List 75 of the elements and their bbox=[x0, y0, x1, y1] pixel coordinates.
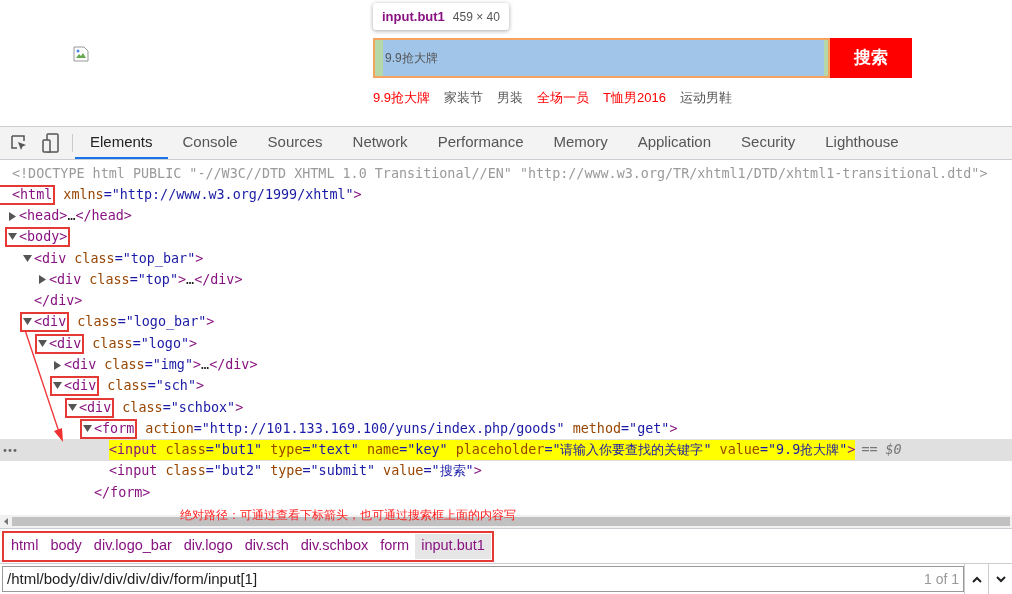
tag-name: </div> bbox=[34, 292, 83, 311]
tag-name: <head> bbox=[19, 207, 68, 226]
search-field[interactable]: /html/body/div/div/div/div/form/input[1] 1 of 1 bbox=[2, 566, 964, 592]
tag-name: <div bbox=[79, 398, 112, 417]
console-reference: == $0 bbox=[861, 441, 902, 460]
search-button[interactable]: 搜索 bbox=[830, 38, 912, 78]
breadcrumb[interactable]: html bbox=[5, 533, 45, 559]
annotation-text: 绝对路径：可通过查看下标箭头，也可通过搜索框上面的内容写 bbox=[180, 508, 516, 522]
tag-name: <div bbox=[49, 270, 82, 289]
breadcrumb[interactable]: div.logo_bar bbox=[87, 533, 178, 559]
tag-name: <div bbox=[49, 334, 82, 353]
hot-word-link[interactable]: 男装 bbox=[497, 88, 524, 108]
tag-attributes: xmlns="http://www.w3.org/1999/xhtml"> bbox=[62, 185, 362, 204]
expanded-triangle-icon[interactable] bbox=[83, 424, 92, 433]
devtools-tab[interactable]: Console bbox=[167, 127, 253, 159]
device-toolbar-icon[interactable] bbox=[42, 133, 60, 153]
broken-image-icon bbox=[73, 46, 89, 62]
expanded-triangle-icon[interactable] bbox=[53, 382, 62, 391]
collapsed-triangle-icon[interactable] bbox=[39, 275, 47, 285]
breadcrumb[interactable]: body bbox=[44, 533, 88, 559]
devtools-tab[interactable]: Security bbox=[726, 127, 811, 159]
tag-name: <html bbox=[12, 185, 53, 204]
tag-attributes: class="img">…</div> bbox=[103, 355, 258, 374]
expanded-triangle-icon[interactable] bbox=[23, 318, 32, 327]
tag-attributes: class="but2" type="submit" value="搜索"> bbox=[164, 462, 482, 481]
tooltip-selector: input.but1 bbox=[382, 7, 445, 26]
tag-name: <div bbox=[64, 355, 97, 374]
hot-word-link[interactable]: 9.9抢大牌 bbox=[373, 88, 431, 108]
tag-name: <form bbox=[94, 419, 135, 438]
collapsed-triangle-icon[interactable] bbox=[9, 211, 17, 221]
tag-attributes: class="schbox"> bbox=[121, 398, 244, 417]
devtools-tab[interactable]: Elements bbox=[75, 127, 168, 159]
tag-name: <div bbox=[34, 249, 67, 268]
tag-attributes: class="top">…</div> bbox=[88, 270, 243, 289]
expanded-triangle-icon[interactable] bbox=[68, 403, 77, 412]
devtools-tab[interactable]: Application bbox=[622, 127, 727, 159]
tag-attributes: …</head> bbox=[67, 207, 132, 226]
hot-word-link[interactable]: 家装节 bbox=[444, 88, 484, 108]
expanded-triangle-icon[interactable] bbox=[23, 254, 32, 263]
breadcrumb[interactable]: form bbox=[374, 533, 416, 559]
breadcrumb[interactable]: div.logo bbox=[177, 533, 239, 559]
chevron-up-icon bbox=[971, 575, 982, 583]
breadcrumb[interactable]: div.schbox bbox=[294, 533, 375, 559]
expanded-triangle-icon[interactable] bbox=[8, 233, 17, 242]
tag-name: <div bbox=[34, 313, 67, 332]
breadcrumb[interactable]: input.but1 bbox=[415, 533, 491, 559]
tag-name: <!DOCTYPE html PUBLIC "-//W3C//DTD XHTML 1.0 Transitional//EN" "http://www.w3.org/TR/xhtml1/DTD/xhtml1-transitional.dtd"> bbox=[12, 164, 988, 183]
devtools-tab[interactable]: Network bbox=[337, 127, 423, 159]
match-count: 1 of 1 bbox=[923, 569, 959, 589]
tag-attributes: class="logo_bar"> bbox=[76, 313, 215, 332]
collapsed-triangle-icon[interactable] bbox=[54, 360, 62, 370]
tooltip-size: 459 × 40 bbox=[452, 8, 500, 26]
hot-word-link[interactable]: 运动男鞋 bbox=[679, 88, 732, 108]
tag-name: <div bbox=[64, 377, 97, 396]
devtools-tab[interactable]: Lighthouse bbox=[810, 127, 914, 159]
inspect-icon[interactable] bbox=[10, 134, 28, 152]
tag-name: <input bbox=[109, 462, 158, 481]
gutter-dots[interactable]: ••• bbox=[2, 442, 18, 458]
devtools-tab[interactable]: Sources bbox=[252, 127, 338, 159]
devtools-tab[interactable]: Performance bbox=[422, 127, 539, 159]
devtools-tab[interactable]: Memory bbox=[538, 127, 623, 159]
hot-word-link[interactable]: T恤男2016 bbox=[603, 88, 666, 108]
tag-attributes: class="sch"> bbox=[106, 377, 205, 396]
tag-name: </form> bbox=[94, 483, 151, 502]
search-input[interactable]: 9.9抢大牌 bbox=[373, 38, 830, 78]
hot-word-link[interactable]: 全场一员 bbox=[537, 88, 590, 108]
tag-attributes: class="top_bar"> bbox=[73, 249, 204, 269]
expanded-triangle-icon[interactable] bbox=[38, 339, 47, 348]
tag-attributes: action="http://101.133.169.100/yuns/index.php/goods" method="get"> bbox=[144, 419, 678, 438]
breadcrumb[interactable]: div.sch bbox=[238, 533, 295, 559]
tag-name: <body> bbox=[19, 228, 68, 247]
tag-attributes: class="but1" type="text" name="key" placeholder="请输入你要查找的关键字" value="9.9抢大牌"> bbox=[157, 440, 856, 461]
chevron-down-icon bbox=[995, 575, 1006, 583]
tag-name: <input bbox=[109, 440, 158, 461]
tag-attributes: class="logo"> bbox=[91, 334, 198, 353]
